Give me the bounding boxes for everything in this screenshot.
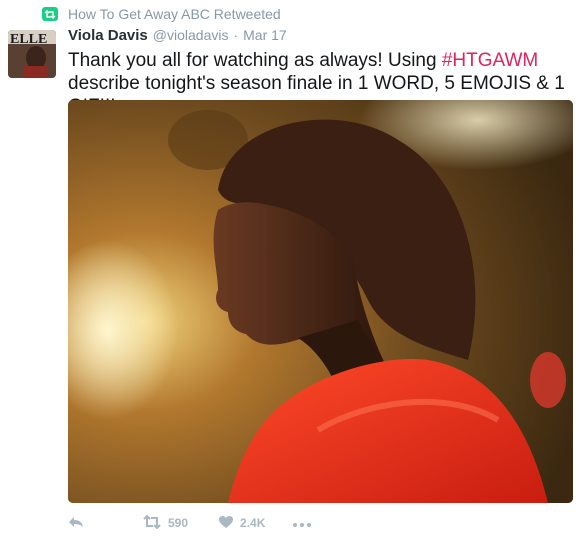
reply-icon bbox=[68, 516, 84, 531]
retweet-icon bbox=[42, 7, 58, 21]
tweet-photo[interactable] bbox=[68, 100, 573, 503]
separator-dot: · bbox=[233, 27, 239, 43]
avatar[interactable]: ELLE bbox=[8, 30, 56, 78]
avatar-logo-text: ELLE bbox=[10, 32, 47, 47]
retweet-context-text[interactable]: How To Get Away ABC Retweeted bbox=[68, 6, 281, 22]
fullname[interactable]: Viola Davis bbox=[68, 27, 148, 44]
retweet-count: 590 bbox=[168, 516, 189, 530]
more-dots-icon bbox=[293, 516, 312, 530]
hashtag-link[interactable]: #HTGAWM bbox=[442, 50, 538, 71]
more-button[interactable] bbox=[293, 516, 312, 530]
heart-icon bbox=[218, 515, 234, 532]
username[interactable]: @violadavis bbox=[153, 27, 229, 43]
like-button[interactable]: 2.4K bbox=[218, 515, 265, 532]
timestamp[interactable]: Mar 17 bbox=[243, 27, 287, 43]
tweet-header: Viola Davis @violadavis · Mar 17 bbox=[68, 27, 287, 44]
reply-button[interactable] bbox=[68, 516, 84, 531]
retweet-icon bbox=[142, 514, 162, 532]
retweet-button[interactable]: 590 bbox=[142, 514, 189, 532]
tweet-actions: 590 2.4K bbox=[68, 512, 312, 534]
tweet-text-before: Thank you all for watching as always! Us… bbox=[68, 50, 442, 71]
like-count: 2.4K bbox=[240, 516, 266, 530]
retweet-context: How To Get Away ABC Retweeted bbox=[42, 5, 281, 23]
